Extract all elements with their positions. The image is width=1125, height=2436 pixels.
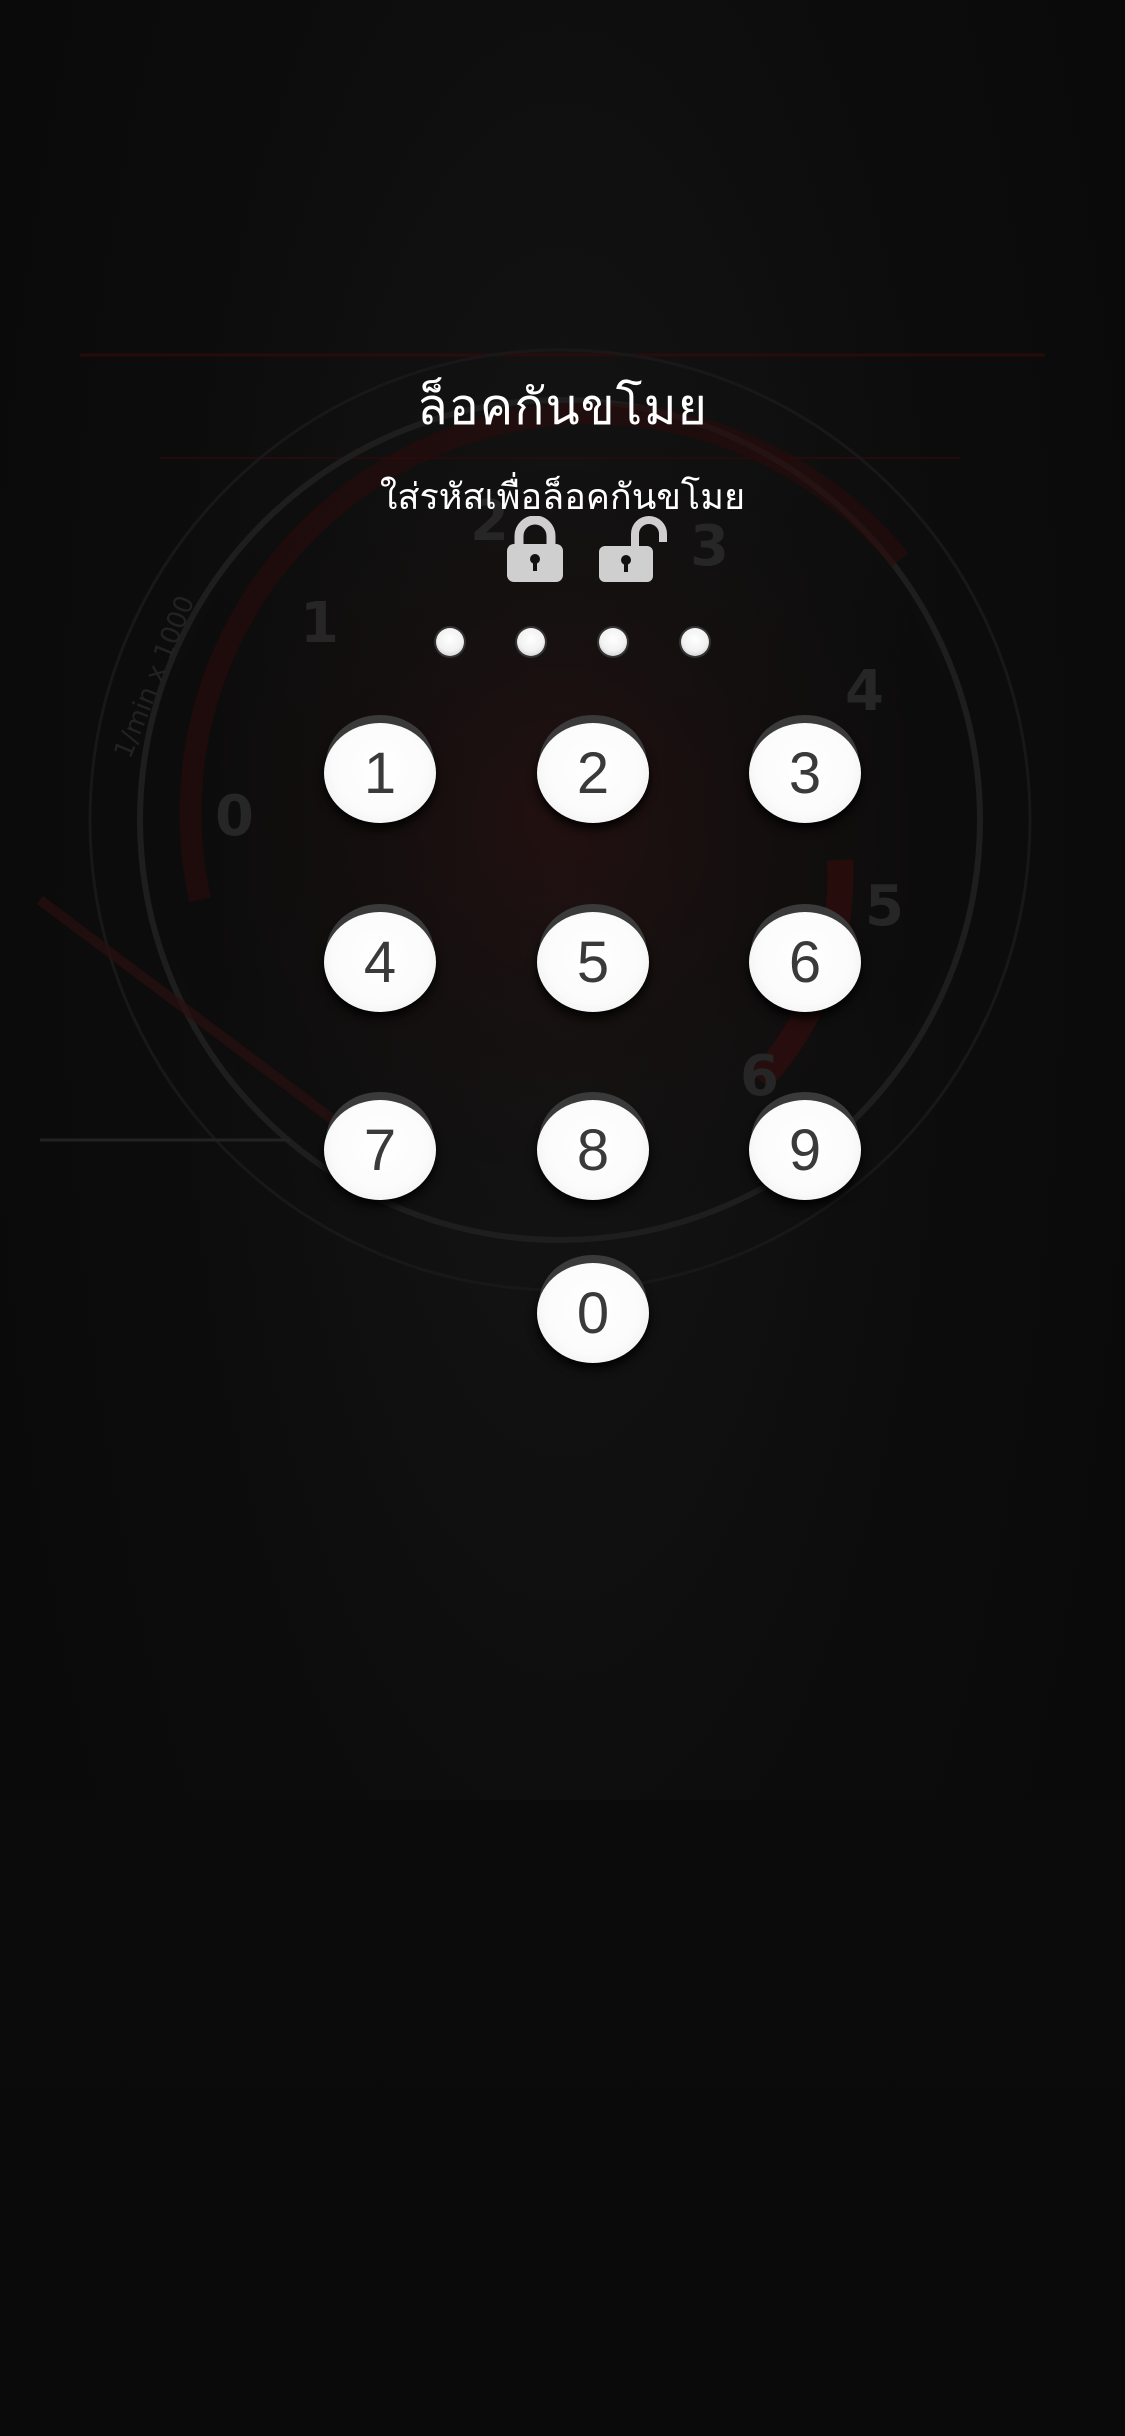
gauge-number: 5 xyxy=(865,874,904,939)
pin-dot xyxy=(681,628,709,656)
lock-closed-icon xyxy=(507,516,563,582)
key-2[interactable]: 2 xyxy=(537,709,649,823)
bottom-panel xyxy=(0,1800,1125,2436)
gauge-number: 0 xyxy=(215,784,254,849)
key-5[interactable]: 5 xyxy=(537,898,649,1012)
key-9[interactable]: 9 xyxy=(749,1086,861,1200)
gauge-number: 6 xyxy=(740,1044,779,1109)
pin-dot xyxy=(436,628,464,656)
lock-status-icons xyxy=(0,516,1125,586)
pin-dot xyxy=(599,628,627,656)
key-8[interactable]: 8 xyxy=(537,1086,649,1200)
pin-dot xyxy=(517,628,545,656)
key-0[interactable]: 0 xyxy=(537,1249,649,1363)
key-7[interactable]: 7 xyxy=(324,1086,436,1200)
gauge-number: 4 xyxy=(845,659,884,724)
lock-open-icon xyxy=(599,516,667,582)
page-title: ล็อคกันขโมย xyxy=(417,378,708,436)
lock-screen: 0 1 2 3 4 5 6 1/min x 1000 ล็อคกันขโมย ใ… xyxy=(0,0,1125,2436)
gauge-unit-label: 1/min x 1000 xyxy=(109,592,201,763)
key-1[interactable]: 1 xyxy=(324,709,436,823)
pin-indicator xyxy=(0,628,1125,660)
key-4[interactable]: 4 xyxy=(324,898,436,1012)
key-3[interactable]: 3 xyxy=(749,709,861,823)
key-6[interactable]: 6 xyxy=(749,898,861,1012)
